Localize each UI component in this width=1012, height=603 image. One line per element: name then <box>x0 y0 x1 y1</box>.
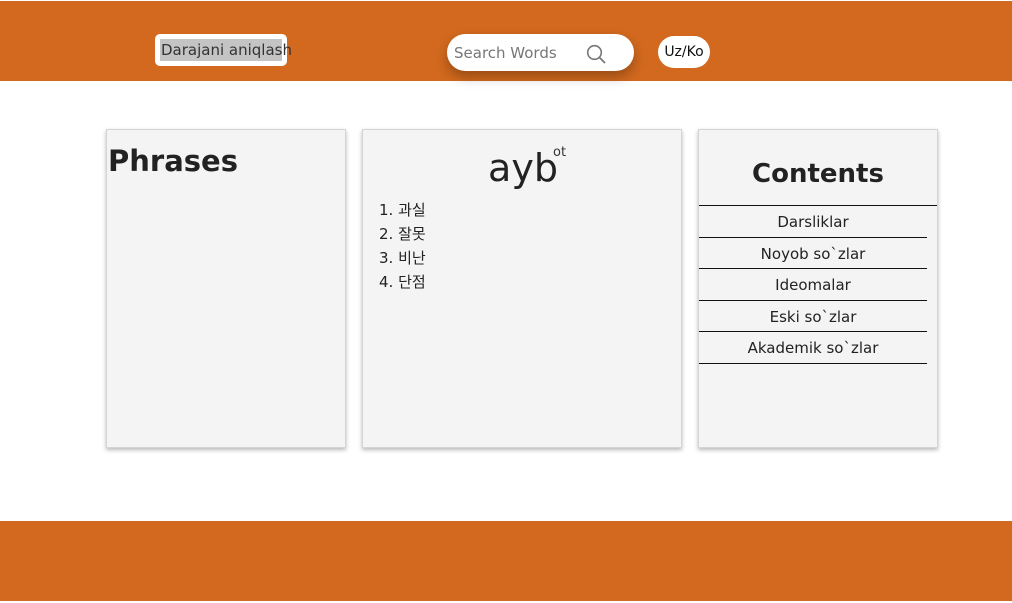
search-input[interactable] <box>454 42 584 64</box>
meaning-item: 2. 잘못 <box>379 225 426 243</box>
meaning-item: 4. 단점 <box>379 273 426 291</box>
contents-panel: Contents Darsliklar Noyob so`zlar Ideoma… <box>698 129 938 448</box>
contents-title: Contents <box>752 159 884 189</box>
header-bar: Darajani aniqlash Uz/Ko <box>0 1 1012 81</box>
contents-item-ideomalar[interactable]: Ideomalar <box>699 269 927 301</box>
level-test-button[interactable]: Darajani aniqlash <box>155 34 292 66</box>
word-panel: ayb ot 1. 과실 2. 잘못 3. 비난 4. 단점 <box>362 129 682 448</box>
search-icon[interactable] <box>585 43 607 65</box>
language-toggle-button[interactable]: Uz/Ko <box>658 36 710 68</box>
part-of-speech: ot <box>553 145 567 160</box>
footer-bar <box>0 521 1012 601</box>
contents-item-akademik-sozlar[interactable]: Akademik so`zlar <box>699 332 927 364</box>
contents-item-noyob-sozlar[interactable]: Noyob so`zlar <box>699 238 927 270</box>
headword: ayb <box>488 146 558 190</box>
phrases-panel: Phrases <box>106 129 346 448</box>
meanings-list: 1. 과실 2. 잘못 3. 비난 4. 단점 <box>379 198 426 294</box>
search-box <box>447 34 634 71</box>
contents-list: Darsliklar Noyob so`zlar Ideomalar Eski … <box>699 206 927 364</box>
contents-item-darsliklar[interactable]: Darsliklar <box>699 206 927 238</box>
meaning-item: 3. 비난 <box>379 249 426 267</box>
phrases-title: Phrases <box>108 144 238 178</box>
level-test-button-label: Darajani aniqlash <box>160 39 292 61</box>
contents-item-eski-sozlar[interactable]: Eski so`zlar <box>699 301 927 333</box>
meaning-item: 1. 과실 <box>379 201 426 219</box>
